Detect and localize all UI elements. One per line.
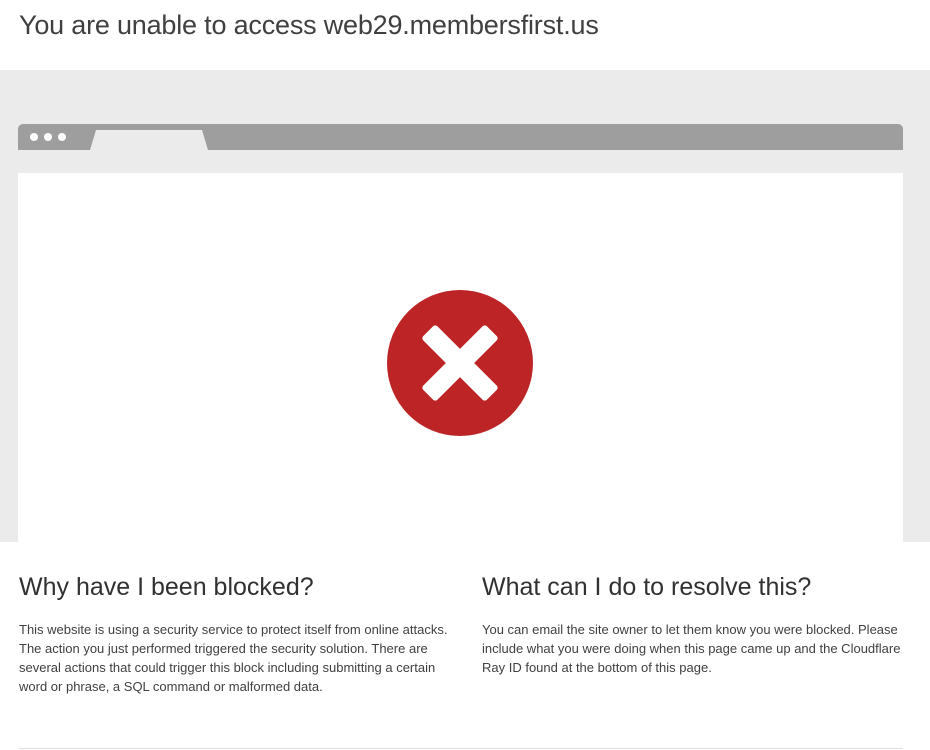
blocked-illustration <box>0 70 930 542</box>
page-title: You are unable to access web29.membersfi… <box>19 10 599 40</box>
why-blocked-heading: Why have I been blocked? <box>19 573 314 601</box>
browser-tab-icon <box>90 130 208 150</box>
why-blocked-section: Why have I been blocked? This website is… <box>19 572 449 696</box>
resolve-text: You can email the site owner to let them… <box>482 622 901 675</box>
resolve-section: What can I do to resolve this? You can e… <box>482 572 902 677</box>
section-divider <box>19 748 903 749</box>
browser-window-content <box>18 173 903 542</box>
error-x-icon <box>387 290 533 436</box>
info-section: Why have I been blocked? This website is… <box>0 542 930 750</box>
window-dot-icon <box>30 133 38 141</box>
page-header: You are unable to access web29.membersfi… <box>0 0 930 70</box>
window-dot-icon <box>44 133 52 141</box>
browser-window-bar <box>18 124 903 150</box>
resolve-heading: What can I do to resolve this? <box>482 573 812 601</box>
window-dots <box>30 133 66 141</box>
window-dot-icon <box>58 133 66 141</box>
why-blocked-text: This website is using a security service… <box>19 622 448 694</box>
